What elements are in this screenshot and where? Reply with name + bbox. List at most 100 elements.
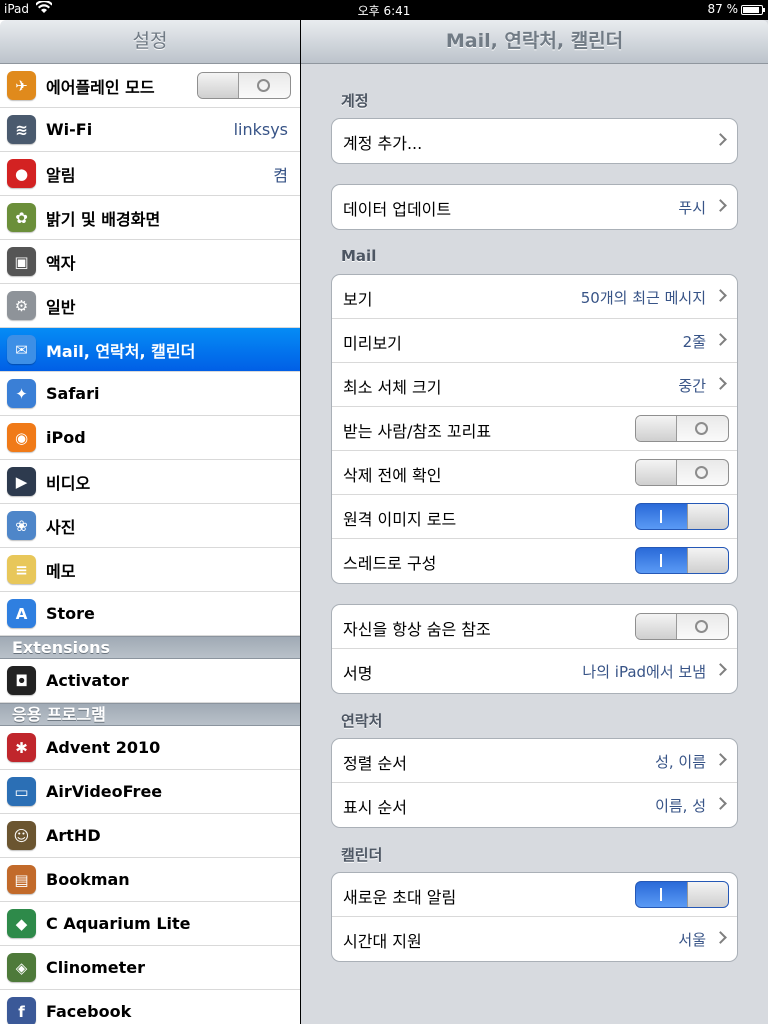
settings-item-label: Mail, 연락처, 캘린더 [46,341,196,361]
option-row-표시-순서[interactable]: 표시 순서 이름, 성 [332,783,737,827]
mail-section-title: Mail [341,247,377,265]
airplane-icon: ✈ [7,71,36,100]
settings-item-activator[interactable]: ◘ Activator [0,659,300,703]
settings-item-label: 알림 [46,165,76,185]
settings-item-label: 에어플레인 모드 [46,77,155,97]
mail-options-group: 보기 50개의 최근 메시지미리보기 2줄최소 서체 크기 중간 받는 사람/참조 꼬리… [331,274,738,584]
mail-settings-detail-pane: Mail, 연락처, 캘린더 계정 계정 추가... 데이터 업데이트 푸시 M… [301,20,768,1024]
add-account-row[interactable]: 계정 추가... [332,119,737,163]
fetch-new-data-row[interactable]: 데이터 업데이트 푸시 [332,185,737,229]
switch-knob [687,504,728,529]
settings-item-label: Activator [46,671,129,690]
option-label: 자신을 항상 숨은 참조 [343,620,491,639]
chevron-right-icon [714,333,727,346]
battery-percentage: 87 % [707,2,739,16]
contacts-section-title: 연락처 [341,712,383,730]
settings-item-store[interactable]: A Store [0,592,300,636]
option-row-정렬-순서[interactable]: 정렬 순서 성, 이름 [332,739,737,783]
detail-navbar-title: Mail, 연락처, 캘린더 [301,20,768,64]
toggle-switch[interactable] [197,72,291,99]
toggle-switch[interactable] [635,415,729,442]
settings-item-밝기-및-배경화면[interactable]: ✿ 밝기 및 배경화면 [0,196,300,240]
settings-item-airvideofree[interactable]: ▭ AirVideoFree [0,770,300,814]
chevron-right-icon [714,663,727,676]
switch-knob [687,548,728,573]
settings-item-사진[interactable]: ❀ 사진 [0,504,300,548]
option-value: 이름, 성 [655,797,706,815]
chevron-right-icon [714,199,727,212]
option-label: 원격 이미지 로드 [343,510,457,529]
option-row-받는-사람-참조-꼬리표: 받는 사람/참조 꼬리표 [332,407,737,451]
toggle-switch[interactable] [635,459,729,486]
fetch-value: 푸시 [678,199,706,217]
book-icon: ▤ [7,865,36,894]
option-row-서명[interactable]: 서명 나의 iPad에서 보냄 [332,649,737,693]
chevron-right-icon [714,133,727,146]
settings-item-메모[interactable]: ≡ 메모 [0,548,300,592]
toggle-switch[interactable] [635,503,729,530]
chevron-right-icon [714,797,727,810]
settings-list: ✈ 에어플레인 모드 ≋ Wi-Fi linksys ● 알림 켬 ✿ 밝기 및 배경화면 ▣ 액자 ⚙… [0,64,300,1024]
mail-extra-group: 자신을 항상 숨은 참조서명 나의 iPad에서 보냄 [331,604,738,694]
chevron-right-icon [714,377,727,390]
settings-item-clinometer[interactable]: ◈ Clinometer [0,946,300,990]
contacts-group: 정렬 순서 성, 이름 표시 순서 이름, 성 [331,738,738,828]
ipod-icon: ◉ [7,423,36,452]
fish-icon: ◆ [7,909,36,938]
switch-on-mark [660,888,662,901]
settings-item-액자[interactable]: ▣ 액자 [0,240,300,284]
option-row-스레드로-구성: 스레드로 구성 [332,539,737,583]
option-row-원격-이미지-로드: 원격 이미지 로드 [332,495,737,539]
settings-item-label: Advent 2010 [46,738,161,757]
switch-knob [687,882,728,907]
apps-section-header: 응용 프로그램 [0,703,300,726]
clinometer-icon: ◈ [7,953,36,982]
option-row-시간대-지원[interactable]: 시간대 지원 서울 [332,917,737,961]
settings-item-일반[interactable]: ⚙ 일반 [0,284,300,328]
settings-item-알림[interactable]: ● 알림 켬 [0,152,300,196]
option-value: 2줄 [682,333,706,351]
battery-icon [741,5,765,15]
settings-item-label: AirVideoFree [46,782,163,801]
wifi-icon: ≋ [7,115,36,144]
switch-on-mark [660,510,662,523]
option-row-최소-서체-크기[interactable]: 최소 서체 크기 중간 [332,363,737,407]
option-label: 스레드로 구성 [343,554,437,573]
status-bar: iPad 오후 6:41 87 % [0,0,768,20]
option-value: 50개의 최근 메시지 [580,289,706,307]
option-value: 서울 [678,931,706,949]
option-row-보기[interactable]: 보기 50개의 최근 메시지 [332,275,737,319]
settings-item-wi-fi[interactable]: ≋ Wi-Fi linksys [0,108,300,152]
fetch-label: 데이터 업데이트 [343,200,452,219]
accounts-section-title: 계정 [341,92,369,110]
mail-icon: ✉ [7,335,36,364]
settings-item-bookman[interactable]: ▤ Bookman [0,858,300,902]
settings-item-mail-연락처-캘린더[interactable]: ✉ Mail, 연락처, 캘린더 [0,328,300,372]
toggle-switch[interactable] [635,613,729,640]
settings-item-ipod[interactable]: ◉ iPod [0,416,300,460]
settings-item-facebook[interactable]: f Facebook [0,990,300,1024]
option-label: 미리보기 [343,334,402,353]
master-navbar-title: 설정 [0,20,300,64]
settings-item-에어플레인-모드[interactable]: ✈ 에어플레인 모드 [0,64,300,108]
option-row-미리보기[interactable]: 미리보기 2줄 [332,319,737,363]
extensions-section-header: Extensions [0,636,300,659]
activator-icon: ◘ [7,666,36,695]
option-value: 성, 이름 [655,753,706,771]
toggle-switch[interactable] [635,881,729,908]
option-value: 나의 iPad에서 보냄 [582,663,706,681]
option-row-자신을-항상-숨은-참조: 자신을 항상 숨은 참조 [332,605,737,649]
toggle-switch[interactable] [635,547,729,574]
settings-item-label: 일반 [46,297,76,317]
option-row-새로운-초대-알림: 새로운 초대 알림 [332,873,737,917]
option-label: 서명 [343,664,373,683]
switch-knob [636,460,677,485]
settings-item-advent-2010[interactable]: ✱ Advent 2010 [0,726,300,770]
settings-item-arthd[interactable]: ☺ ArtHD [0,814,300,858]
settings-item-비디오[interactable]: ▶ 비디오 [0,460,300,504]
switch-knob [198,73,239,98]
gear-icon: ⚙ [7,291,36,320]
settings-item-label: Store [46,604,95,623]
settings-item-c-aquarium-lite[interactable]: ◆ C Aquarium Lite [0,902,300,946]
settings-item-safari[interactable]: ✦ Safari [0,372,300,416]
